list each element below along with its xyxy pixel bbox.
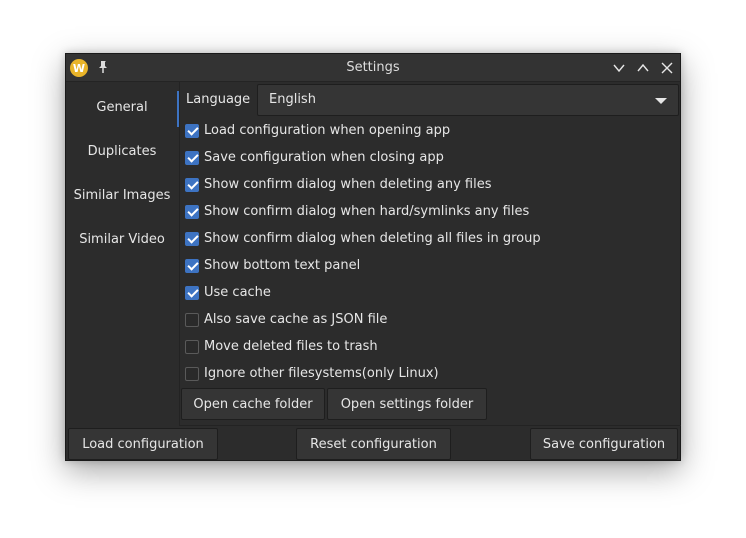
checkbox-unchecked-icon[interactable] bbox=[185, 313, 199, 327]
reset-configuration-button[interactable]: Reset configuration bbox=[296, 428, 451, 460]
sidebar-item-general[interactable]: General bbox=[66, 100, 178, 115]
dropdown-arrow-icon bbox=[655, 98, 667, 104]
checkbox-checked-icon[interactable] bbox=[185, 205, 199, 219]
checkbox-checked-icon[interactable] bbox=[185, 259, 199, 273]
open-settings-folder-button[interactable]: Open settings folder bbox=[327, 388, 487, 420]
checkbox-label: Use cache bbox=[204, 285, 271, 300]
checkbox-checked-icon[interactable] bbox=[185, 124, 199, 138]
language-value: English bbox=[269, 92, 316, 107]
checkbox-label: Show confirm dialog when deleting any fi… bbox=[204, 177, 492, 192]
language-select[interactable]: English bbox=[257, 84, 679, 116]
open-cache-folder-button[interactable]: Open cache folder bbox=[181, 388, 325, 420]
minimize-icon[interactable] bbox=[611, 60, 627, 76]
checkbox-label: Save configuration when closing app bbox=[204, 150, 444, 165]
checkbox-label: Ignore other filesystems(only Linux) bbox=[204, 366, 439, 381]
sidebar-item-duplicates[interactable]: Duplicates bbox=[66, 144, 178, 159]
sidebar-item-similar-video[interactable]: Similar Video bbox=[66, 232, 178, 247]
checkbox-label: Load configuration when opening app bbox=[204, 123, 451, 138]
checkbox-checked-icon[interactable] bbox=[185, 286, 199, 300]
checkbox-checked-icon[interactable] bbox=[185, 232, 199, 246]
maximize-icon[interactable] bbox=[635, 60, 651, 76]
title-bar[interactable]: W Settings bbox=[66, 54, 680, 82]
checkbox-label: Also save cache as JSON file bbox=[204, 312, 388, 327]
sidebar-item-similar-images[interactable]: Similar Images bbox=[66, 188, 178, 203]
window-title: Settings bbox=[346, 60, 400, 75]
checkbox-label: Show confirm dialog when hard/symlinks a… bbox=[204, 204, 530, 219]
checkbox-label: Show bottom text panel bbox=[204, 258, 361, 273]
settings-window: W Settings General Duplicates Similar Im… bbox=[65, 53, 681, 461]
checkbox-label: Move deleted files to trash bbox=[204, 339, 378, 354]
load-configuration-button[interactable]: Load configuration bbox=[68, 428, 218, 460]
checkbox-label: Show confirm dialog when deleting all fi… bbox=[204, 231, 541, 246]
checkbox-checked-icon[interactable] bbox=[185, 151, 199, 165]
save-configuration-button[interactable]: Save configuration bbox=[530, 428, 678, 460]
settings-sidebar: General Duplicates Similar Images Simila… bbox=[66, 82, 178, 426]
checkbox-unchecked-icon[interactable] bbox=[185, 340, 199, 354]
close-icon[interactable] bbox=[659, 60, 675, 76]
checkbox-checked-icon[interactable] bbox=[185, 178, 199, 192]
language-label: Language bbox=[186, 92, 251, 107]
checkbox-unchecked-icon[interactable] bbox=[185, 367, 199, 381]
